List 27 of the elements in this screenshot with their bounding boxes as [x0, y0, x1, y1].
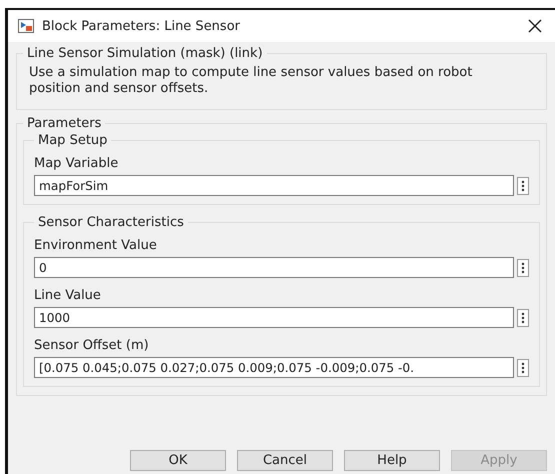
- field-label: Sensor Offset (m): [34, 338, 150, 353]
- vertical-dots-icon: [521, 362, 525, 374]
- mask-description: Use a simulation map to compute line sensor values based on robot position and sensor offsets.: [29, 65, 474, 97]
- parameters-title: Parameters: [26, 116, 102, 131]
- group-title: Map Setup: [37, 133, 108, 148]
- field-label: Environment Value: [34, 238, 158, 253]
- input-field[interactable]: [0.075 0.045;0.075 0.027;0.075 0.009;0.075 -0.009;0.075 -0.: [34, 357, 514, 378]
- input-field[interactable]: mapForSim: [34, 175, 514, 196]
- more-options-button[interactable]: [517, 176, 529, 194]
- more-options-button[interactable]: [517, 308, 529, 326]
- block-icon: [18, 19, 34, 33]
- vertical-dots-icon: [521, 262, 525, 274]
- dialog-button[interactable]: Help: [344, 450, 440, 471]
- field-label: Line Value: [34, 288, 102, 303]
- field-label: Map Variable: [34, 156, 120, 171]
- vertical-dots-icon: [521, 180, 525, 192]
- more-options-button[interactable]: [517, 258, 529, 276]
- input-field[interactable]: 1000: [34, 307, 514, 328]
- input-field[interactable]: 0: [34, 257, 514, 278]
- vertical-dots-icon: [521, 312, 525, 324]
- mask-title: Line Sensor Simulation (mask) (link): [26, 46, 264, 61]
- group-title: Sensor Characteristics: [37, 215, 185, 230]
- dialog-button[interactable]: OK: [130, 450, 226, 471]
- window-title: Block Parameters: Line Sensor: [42, 18, 241, 34]
- more-options-button[interactable]: [517, 358, 529, 376]
- dialog-button[interactable]: Cancel: [237, 450, 333, 471]
- close-button[interactable]: [527, 18, 543, 34]
